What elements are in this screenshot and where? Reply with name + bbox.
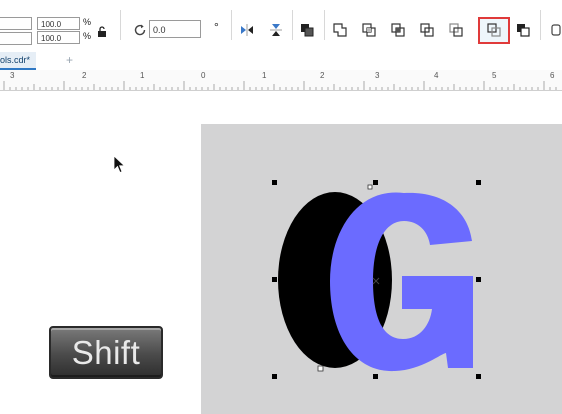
- back-minus-front-icon: [487, 23, 501, 37]
- ruler-number: 2: [320, 71, 325, 80]
- ruler-number: 0: [201, 71, 206, 80]
- create-boundary-icon[interactable]: [516, 23, 530, 37]
- horizontal-ruler[interactable]: 3 2 1 0 1 2 3 4 5 6: [0, 70, 562, 91]
- node-marker[interactable]: [367, 184, 373, 190]
- back-minus-front-button[interactable]: [478, 17, 510, 44]
- ruler-number: 4: [434, 71, 439, 80]
- ruler-number: 2: [82, 71, 87, 80]
- lock-ratio-icon[interactable]: [97, 26, 107, 38]
- toolbar-separator: [324, 10, 325, 40]
- degree-symbol: °: [214, 20, 219, 34]
- object-size-field[interactable]: [0, 17, 32, 30]
- blue-g-letter[interactable]: [330, 192, 473, 372]
- ruler-number: 3: [375, 71, 380, 80]
- simplify-icon[interactable]: [420, 23, 434, 37]
- property-bar: 100.0 100.0 % % 0.0 °: [0, 0, 562, 53]
- overflow-tool-icon[interactable]: [551, 23, 562, 37]
- ruler-number: 1: [262, 71, 267, 80]
- document-tab[interactable]: ols.cdr*: [0, 52, 37, 70]
- drawing-canvas[interactable]: Shift: [0, 91, 562, 414]
- object-size-field-2[interactable]: [0, 32, 32, 45]
- add-tab-icon[interactable]: +: [66, 53, 73, 67]
- scale-y-percent: %: [83, 31, 92, 41]
- toolbar-separator: [292, 10, 293, 40]
- toolbar-separator: [540, 10, 541, 40]
- node-marker[interactable]: [317, 365, 324, 372]
- toolbar-separator: [231, 10, 232, 40]
- toolbar-separator: [120, 10, 121, 40]
- scale-x-field[interactable]: 100.0: [37, 17, 80, 30]
- document-tab-bar: [0, 52, 562, 68]
- ruler-number: 1: [140, 71, 145, 80]
- scale-x-percent: %: [83, 17, 92, 27]
- artwork-layer[interactable]: [0, 91, 562, 414]
- ruler-number: 3: [10, 71, 15, 80]
- scale-y-field[interactable]: 100.0: [37, 31, 80, 44]
- rotation-angle-field[interactable]: 0.0: [149, 20, 201, 38]
- front-minus-back-icon[interactable]: [449, 23, 463, 37]
- intersect-icon[interactable]: [391, 23, 405, 37]
- mirror-horizontal-icon[interactable]: [240, 23, 254, 37]
- ruler-number: 5: [492, 71, 497, 80]
- trim-icon[interactable]: [362, 23, 376, 37]
- weld-icon[interactable]: [333, 23, 347, 37]
- ruler-number: 6: [550, 71, 555, 80]
- rotate-icon: [134, 24, 146, 36]
- mirror-vertical-icon[interactable]: [269, 23, 283, 37]
- combine-icon[interactable]: [300, 23, 314, 37]
